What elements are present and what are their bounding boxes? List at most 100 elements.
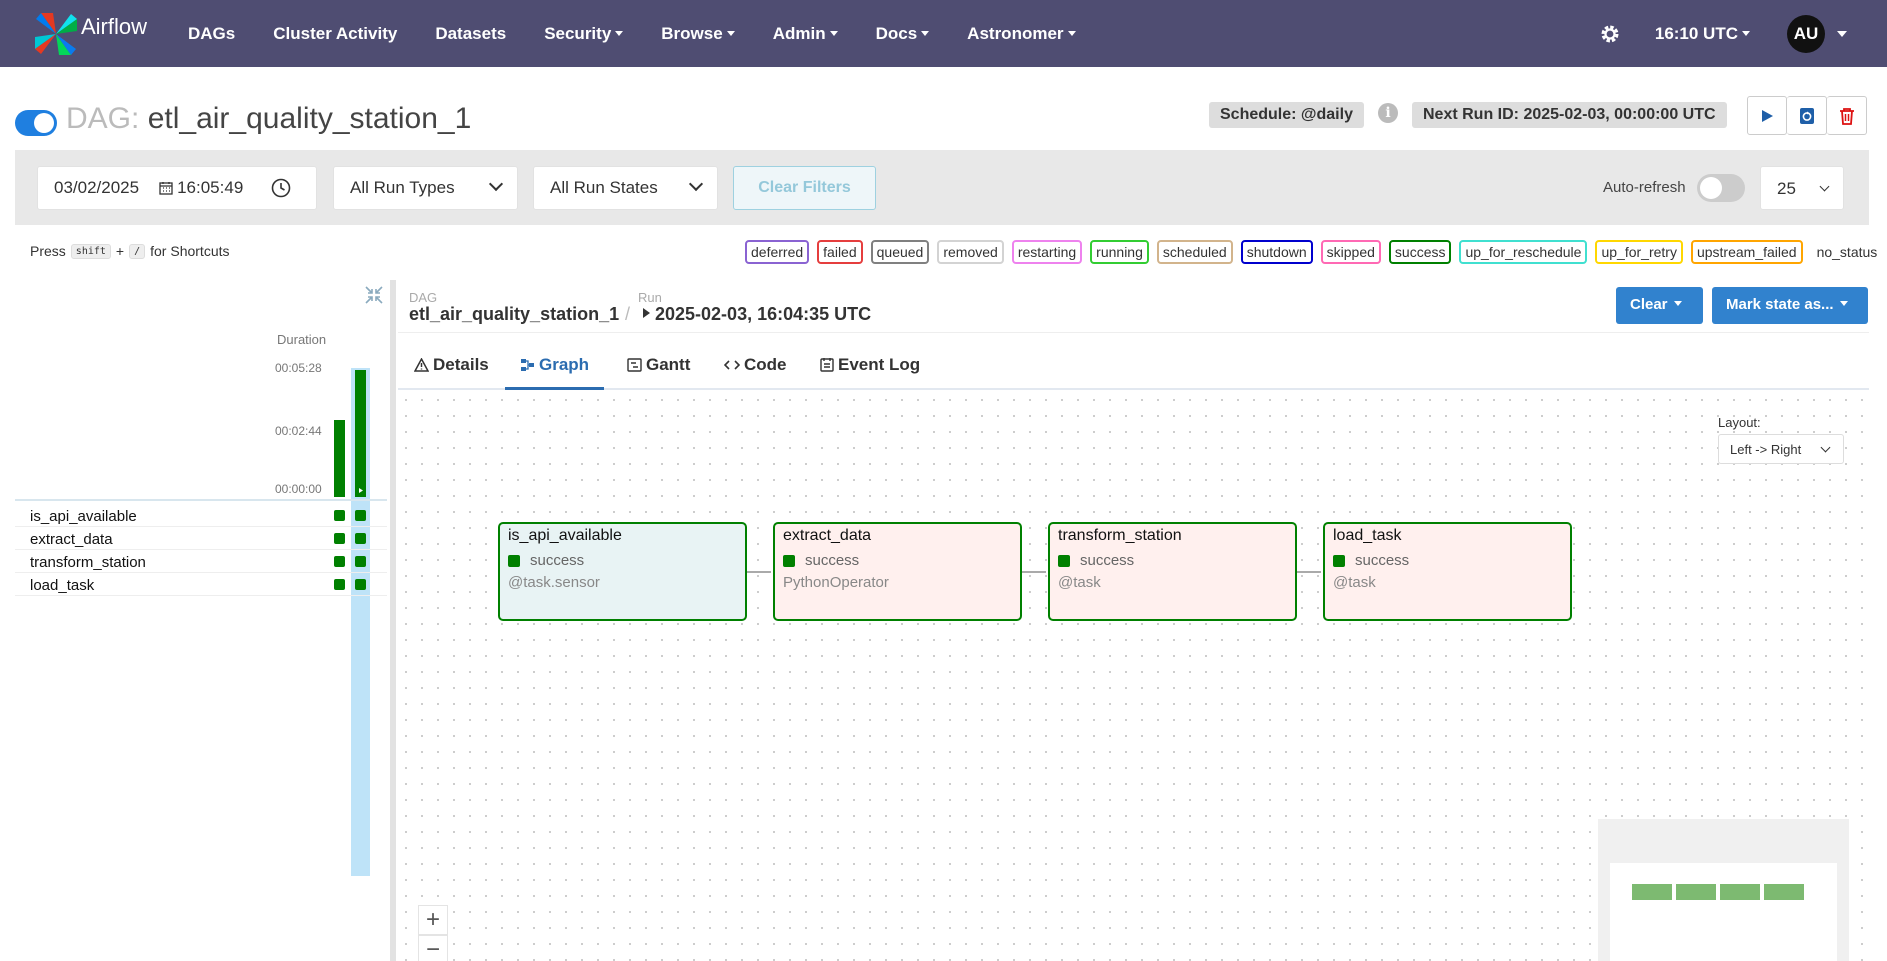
task-instance-square[interactable] [334,533,345,544]
task-node[interactable]: is_api_available success @task.sensor [498,522,747,621]
state-square-icon [1058,554,1070,567]
nav-dags[interactable]: DAGs [188,24,235,44]
nav-menu: DAGs Cluster Activity Datasets Security … [188,0,1114,67]
duration-tick: 00:02:44 [275,424,322,438]
duration-label: Duration [277,332,327,347]
legend-up-for-retry[interactable]: up_for_retry [1595,240,1683,264]
dag-pause-toggle[interactable] [15,110,57,136]
graph-canvas[interactable]: Layout: Left -> Right is_api_available s… [398,392,1869,961]
nav-datasets[interactable]: Datasets [435,24,506,44]
brand[interactable]: Airflow [33,11,188,57]
task-node-name: extract_data [783,527,872,544]
tab-details[interactable]: Details [413,342,489,390]
legend-no-status[interactable]: no_status [1817,244,1878,260]
chevron-down-icon [488,176,504,192]
state-square-icon [783,554,795,567]
breadcrumb-dag-link[interactable]: etl_air_quality_station_1 [409,304,619,325]
nav-security[interactable]: Security [544,24,623,44]
next-run-badge: Next Run ID: 2025-02-03, 00:00:00 UTC [1412,102,1727,128]
task-instance-square[interactable] [355,579,366,590]
panel-resize-handle[interactable] [390,280,396,961]
theme-gear-icon[interactable] [1598,22,1622,46]
legend-queued[interactable]: queued [870,240,930,264]
legend-deferred[interactable]: deferred [745,240,810,264]
clear-filters-button[interactable]: Clear Filters [733,166,876,210]
page-size-select[interactable]: 25 [1760,166,1844,210]
legend-scheduled[interactable]: scheduled [1156,240,1233,264]
legend-running[interactable]: running [1090,240,1149,264]
tab-event-log[interactable]: Event Log [820,342,920,390]
legend-upstream-failed[interactable]: upstream_failed [1690,240,1803,264]
layout-label: Layout: [1718,415,1761,430]
reparse-dag-button[interactable] [1787,96,1827,135]
run-type-select[interactable]: All Run Types [333,166,518,210]
nav-astronomer[interactable]: Astronomer [967,24,1075,44]
nav-admin[interactable]: Admin [773,24,838,44]
nav-browse[interactable]: Browse [661,24,734,44]
task-instance-square[interactable] [355,533,366,544]
grid-panel: Duration 00:05:28 00:02:44 00:00:00 is_a… [15,280,387,961]
legend-skipped[interactable]: skipped [1320,240,1381,264]
task-row[interactable]: transform_station [15,550,387,573]
nav-right: 16:10 UTC AU [1598,0,1887,67]
collapse-grid-icon[interactable] [365,286,383,304]
task-node[interactable]: transform_station success @task [1048,522,1297,621]
task-node-operator: @task [1333,574,1376,591]
clock-icon[interactable] [271,178,291,198]
tab-event-log-label: Event Log [838,355,921,374]
layout-select[interactable]: Left -> Right [1718,434,1844,464]
task-instance-square[interactable] [355,510,366,521]
zoom-out-button[interactable]: − [418,935,448,961]
chevron-down-icon [1820,442,1831,453]
shortcut-hint: Press shift + / for Shortcuts [30,243,230,259]
legend-up-for-reschedule[interactable]: up_for_reschedule [1459,240,1588,264]
user-menu-chevron-icon[interactable] [1837,30,1847,37]
schedule-info-icon[interactable]: i [1378,103,1398,123]
mark-state-button[interactable]: Mark state as... [1712,287,1868,324]
delete-dag-button[interactable] [1827,96,1867,135]
run-duration-bar-selected[interactable] [355,370,366,497]
details-divider [398,332,1869,333]
run-state-select[interactable]: All Run States [533,166,718,210]
legend-shutdown[interactable]: shutdown [1240,240,1313,264]
tab-graph[interactable]: Graph [505,342,605,390]
dag-title: DAG: etl_air_quality_station_1 [66,102,471,136]
chevron-down-icon [688,176,704,192]
calendar-icon[interactable] [159,181,173,195]
legend-failed[interactable]: failed [817,240,863,264]
state-square-icon [1333,554,1345,567]
zoom-in-button[interactable]: + [418,905,448,935]
task-instance-square[interactable] [334,556,345,567]
breadcrumb-separator: / [625,304,631,324]
legend-removed[interactable]: removed [937,240,1004,264]
task-node-operator: @task.sensor [508,574,600,591]
tab-gantt[interactable]: Gantt [627,342,690,390]
auto-refresh-toggle[interactable] [1697,174,1745,202]
run-duration-bar[interactable] [334,420,345,497]
task-node[interactable]: load_task success @task [1323,522,1572,621]
task-node[interactable]: extract_data success PythonOperator [773,522,1022,621]
clock-timezone-menu[interactable]: 16:10 UTC [1655,24,1750,44]
task-node-state: success [508,552,745,569]
shortcut-press-text: Press [30,243,66,259]
details-tabs: Details Graph Gantt Code Event Log [398,342,1869,390]
task-instance-square[interactable] [355,556,366,567]
task-row[interactable]: load_task [15,573,387,596]
task-row[interactable]: extract_data [15,527,387,550]
task-instance-square[interactable] [334,579,345,590]
task-instance-square[interactable] [334,510,345,521]
legend-restarting[interactable]: restarting [1011,240,1083,264]
breadcrumb-run-link[interactable]: 2025-02-03, 16:04:35 UTC [643,304,871,325]
tab-code[interactable]: Code [723,342,787,390]
mark-state-label: Mark state as... [1726,296,1834,313]
base-date-field[interactable]: 03/02/2025 16:05:49 [37,166,317,210]
nav-cluster-activity[interactable]: Cluster Activity [273,24,397,44]
clear-run-button[interactable]: Clear [1616,287,1703,324]
task-row[interactable]: is_api_available [15,504,387,527]
graph-icon [521,359,534,371]
trigger-dag-button[interactable] [1747,96,1787,135]
graph-minimap[interactable] [1598,819,1849,961]
legend-success[interactable]: success [1388,240,1452,264]
nav-docs[interactable]: Docs [876,24,930,44]
user-avatar[interactable]: AU [1787,14,1825,53]
